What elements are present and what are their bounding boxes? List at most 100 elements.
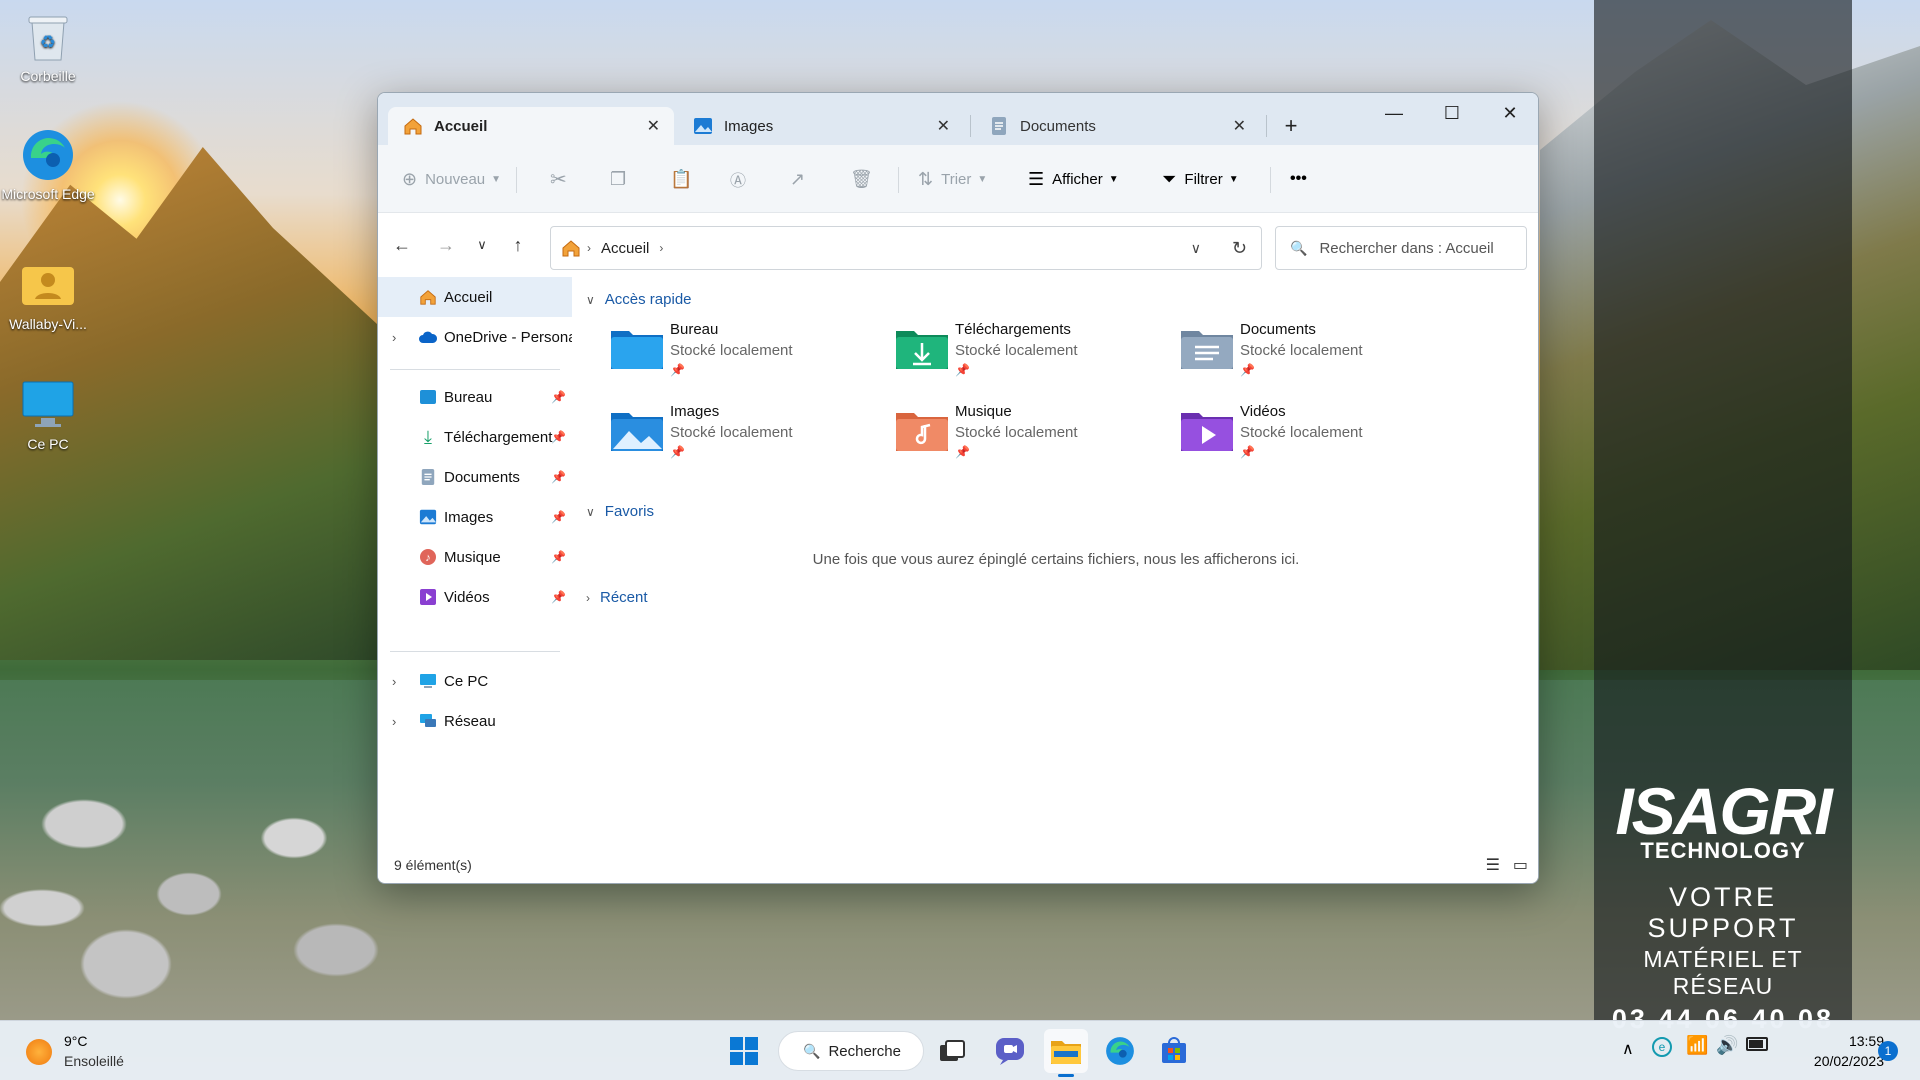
close-tab-icon[interactable]: ✕ xyxy=(937,116,950,136)
copy-button[interactable]: ❐ xyxy=(610,145,626,213)
pin-icon[interactable]: 📌 xyxy=(551,390,566,404)
task-view-icon xyxy=(940,1040,965,1061)
tiles-view-icon[interactable]: ▭ xyxy=(1513,855,1528,875)
quick-item-images[interactable]: Images Stocké localement 📌 xyxy=(598,399,878,469)
delete-button[interactable]: 🗑 xyxy=(850,145,873,213)
more-options-button[interactable]: ••• xyxy=(1290,145,1307,213)
sidebar-item-accueil[interactable]: Accueil xyxy=(378,277,572,317)
edge-tray-icon[interactable]: e xyxy=(1652,1037,1672,1057)
sidebar-item-musique[interactable]: ♪ Musique 📌 xyxy=(378,537,572,577)
pin-icon: 📌 xyxy=(955,445,970,459)
close-tab-icon[interactable]: ✕ xyxy=(1233,116,1246,136)
item-status: Stocké localement xyxy=(955,424,1078,441)
desktop-folder-icon xyxy=(611,331,663,369)
recent-locations-button[interactable]: ∨ xyxy=(464,213,500,277)
sidebar-item-this-pc[interactable]: › Ce PC xyxy=(378,661,572,701)
pin-icon[interactable]: 📌 xyxy=(551,590,566,604)
desktop-icon-this-pc[interactable]: Ce PC xyxy=(0,378,96,452)
quick-item-bureau[interactable]: Bureau Stocké localement 📌 xyxy=(598,317,878,387)
more-icon: ••• xyxy=(1290,170,1307,187)
details-view-icon[interactable]: ☰ xyxy=(1486,855,1500,875)
file-explorer-taskbar-button[interactable] xyxy=(1044,1029,1088,1077)
pin-icon[interactable]: 📌 xyxy=(551,430,566,444)
isagri-brand: ISAGRI TECHNOLOGY VOTRE SUPPORT MATÉRIEL… xyxy=(1594,778,1852,1035)
sidebar-item-documents[interactable]: Documents 📌 xyxy=(378,457,572,497)
section-favorites[interactable]: ∨ Favoris xyxy=(586,503,654,520)
tab-images[interactable]: Images ✕ xyxy=(678,107,964,145)
quick-item-telechargements[interactable]: Téléchargements Stocké localement 📌 xyxy=(883,317,1163,387)
pin-icon[interactable]: 📌 xyxy=(551,550,566,564)
teams-chat-button[interactable] xyxy=(988,1029,1032,1073)
new-button[interactable]: ⊕ Nouveau ▼ xyxy=(402,145,501,213)
clock[interactable]: 13:59 20/02/2023 xyxy=(1784,1031,1884,1071)
edge-taskbar-button[interactable] xyxy=(1098,1029,1142,1073)
weather-widget[interactable]: 9°C Ensoleillé xyxy=(26,1033,166,1073)
rename-button[interactable]: Ⓐ xyxy=(730,145,746,213)
store-taskbar-button[interactable] xyxy=(1152,1029,1196,1073)
tab-documents[interactable]: Documents ✕ xyxy=(974,107,1260,145)
close-window-button[interactable]: ✕ xyxy=(1481,93,1538,133)
address-bar[interactable]: › Accueil › ∨ ↻ xyxy=(550,226,1262,270)
view-button[interactable]: ☰ Afficher ▼ xyxy=(1028,145,1119,213)
chevron-right-icon[interactable]: › xyxy=(392,330,396,345)
minimize-button[interactable]: — xyxy=(1365,93,1423,133)
close-tab-icon[interactable]: ✕ xyxy=(647,116,660,136)
brand-slogan-1: VOTRE SUPPORT xyxy=(1647,882,1799,943)
chevron-right-icon[interactable]: › xyxy=(392,674,396,689)
sort-label: Trier xyxy=(941,170,972,188)
address-dropdown-icon[interactable]: ∨ xyxy=(1191,240,1201,257)
sidebar-item-bureau[interactable]: Bureau 📌 xyxy=(378,377,572,417)
paste-button[interactable]: 📋 xyxy=(670,145,692,213)
refresh-icon[interactable]: ↻ xyxy=(1232,238,1247,259)
breadcrumb-accueil[interactable]: Accueil xyxy=(601,240,649,257)
quick-item-videos[interactable]: Vidéos Stocké localement 📌 xyxy=(1168,399,1448,469)
forward-button[interactable]: → xyxy=(428,213,464,277)
desktop-icon-edge[interactable]: Microsoft Edge xyxy=(0,128,96,202)
sidebar-item-videos[interactable]: Vidéos 📌 xyxy=(378,577,572,617)
plus-circle-icon: ⊕ xyxy=(402,168,418,189)
show-hidden-icons-button[interactable]: ∧ xyxy=(1622,1039,1634,1059)
sidebar-item-telechargement[interactable]: ⤓ Téléchargement 📌 xyxy=(378,417,572,457)
share-button[interactable]: ↗ xyxy=(790,145,805,213)
quick-item-musique[interactable]: Musique Stocké localement 📌 xyxy=(883,399,1163,469)
sidebar-item-network[interactable]: › Réseau xyxy=(378,701,572,741)
back-button[interactable]: ← xyxy=(384,213,420,277)
chevron-right-icon: › xyxy=(586,590,590,605)
desktop-icon-label: Corbeille xyxy=(20,68,76,84)
desktop-folder-icon xyxy=(418,387,438,407)
desktop-icon-recycle-bin[interactable]: ♻ Corbeille xyxy=(0,10,96,84)
desktop-icon-wallaby[interactable]: Wallaby-Vi... xyxy=(0,258,96,332)
taskbar-search[interactable]: 🔍 Recherche xyxy=(778,1031,924,1071)
search-box[interactable]: 🔍 Rechercher dans : Accueil xyxy=(1275,226,1527,270)
up-button[interactable]: ↑ xyxy=(500,213,536,277)
store-icon xyxy=(1162,1037,1186,1063)
sun-icon xyxy=(26,1039,52,1065)
cut-button[interactable]: ✂ xyxy=(550,145,567,213)
chevron-right-icon[interactable]: › xyxy=(392,714,396,729)
folder-icon xyxy=(1051,1041,1081,1064)
pin-icon[interactable]: 📌 xyxy=(551,470,566,484)
filter-button[interactable]: ⏷ Filtrer ▼ xyxy=(1162,145,1239,213)
quick-item-documents[interactable]: Documents Stocké localement 📌 xyxy=(1168,317,1448,387)
documents-icon xyxy=(988,115,1010,137)
pin-icon[interactable]: 📌 xyxy=(551,510,566,524)
volume-icon[interactable]: 🔊 xyxy=(1716,1035,1738,1056)
task-view-button[interactable] xyxy=(930,1029,974,1073)
sidebar-item-images[interactable]: Images 📌 xyxy=(378,497,572,537)
section-quick-access[interactable]: ∨ Accès rapide xyxy=(586,291,692,308)
item-status: Stocké localement xyxy=(1240,424,1363,441)
notification-badge[interactable]: 1 xyxy=(1878,1041,1898,1061)
section-recent[interactable]: › Récent xyxy=(586,589,648,606)
tab-label: Accueil xyxy=(434,117,488,135)
start-button[interactable] xyxy=(722,1029,766,1073)
tab-accueil[interactable]: Accueil ✕ xyxy=(388,107,674,145)
arrow-left-icon: ← xyxy=(393,234,411,255)
navigation-pane: Accueil › OneDrive - Persona Bureau 📌 ⤓ … xyxy=(378,277,577,845)
desktop-icon-label: Wallaby-Vi... xyxy=(9,316,87,332)
wifi-icon[interactable]: 📶 xyxy=(1686,1035,1708,1056)
new-tab-button[interactable]: + xyxy=(1262,107,1320,145)
battery-icon[interactable] xyxy=(1746,1037,1768,1051)
maximize-button[interactable]: ☐ xyxy=(1423,93,1481,133)
sort-button[interactable]: ⇅ Trier ▼ xyxy=(918,145,987,213)
sidebar-item-onedrive[interactable]: › OneDrive - Persona xyxy=(378,317,577,357)
